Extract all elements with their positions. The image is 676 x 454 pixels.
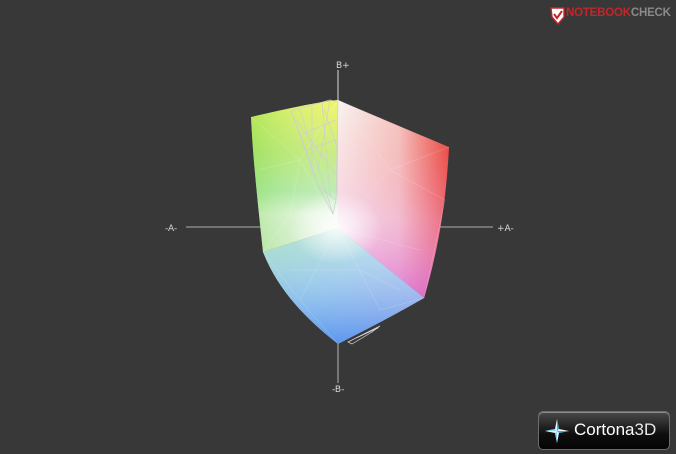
watermark-text: NOTEBOOKCHECK	[566, 7, 671, 19]
cortona3d-brand-text: Cortona3D	[574, 420, 656, 440]
axis-label-a-negative: -A-	[165, 224, 178, 234]
axis-label-b-positive: B+	[336, 61, 350, 71]
cortona3d-badge[interactable]: Cortona3D	[538, 411, 670, 450]
gamut-solid	[250, 99, 450, 345]
notebookcheck-watermark: NOTEBOOKCHECK	[549, 4, 672, 28]
axis-label-b-negative: -B-	[332, 385, 345, 395]
watermark-text-accent: CHECK	[630, 7, 671, 19]
brand-suffix: 3D	[634, 420, 657, 439]
axis-label-a-positive: +A-	[497, 224, 514, 234]
watermark-text-main: NOTEBOOK	[566, 7, 631, 19]
brand-main: Cortona	[574, 420, 635, 439]
cortona-star-logo-icon	[545, 419, 569, 443]
notebookcheck-check-icon	[550, 7, 565, 25]
